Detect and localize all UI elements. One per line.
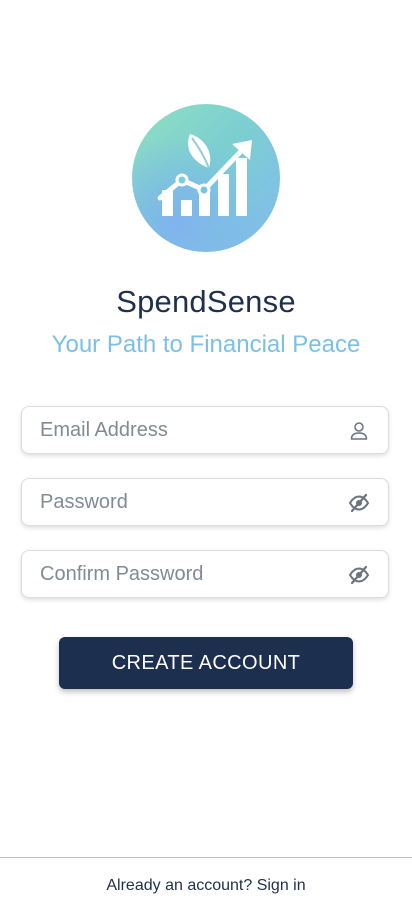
- eye-off-icon[interactable]: [348, 492, 370, 514]
- confirm-password-field[interactable]: [21, 550, 389, 598]
- signup-screen: SpendSense Your Path to Financial Peace …: [0, 0, 412, 917]
- app-tagline: Your Path to Financial Peace: [51, 331, 361, 358]
- eye-off-icon[interactable]: [348, 564, 370, 586]
- password-field[interactable]: [21, 478, 389, 526]
- user-icon: [350, 422, 368, 440]
- leaf-growth-chart-icon: [157, 134, 252, 216]
- create-account-button[interactable]: CREATE ACCOUNT: [59, 637, 353, 689]
- sign-in-link[interactable]: Already an account? Sign in: [0, 877, 412, 895]
- email-input[interactable]: [40, 407, 340, 453]
- confirm-password-input[interactable]: [40, 551, 340, 597]
- password-input[interactable]: [40, 479, 340, 525]
- app-logo: [132, 104, 280, 252]
- app-title: SpendSense: [116, 284, 296, 319]
- email-field[interactable]: [21, 406, 389, 454]
- footer-divider: [0, 857, 412, 858]
